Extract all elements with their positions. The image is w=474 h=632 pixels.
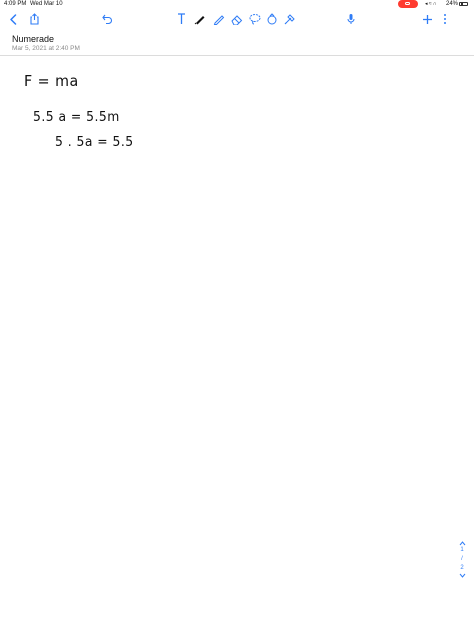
pen-icon[interactable]	[193, 9, 207, 29]
back-chevron-icon[interactable]	[6, 9, 20, 29]
status-date: Wed Mar 10	[30, 1, 63, 7]
handwriting-line-3: 5 . 5a = 5.5	[55, 135, 134, 150]
page-total: 2	[460, 565, 464, 571]
note-canvas[interactable]: F = ma 5.5 a = 5.5m 5 . 5a = 5.5	[0, 56, 474, 632]
status-time: 4:09 PM	[4, 1, 27, 7]
battery-percent: 24%	[446, 1, 459, 7]
screen-recording-indicator[interactable]	[398, 0, 418, 8]
lasso-icon[interactable]	[248, 9, 262, 29]
note-date: Mar 5, 2021 at 2:40 PM	[12, 45, 80, 52]
shapes-icon[interactable]	[265, 9, 279, 29]
handwriting-line-1: F = ma	[24, 72, 79, 90]
handwriting-line-2: 5.5 a = 5.5m	[33, 110, 120, 125]
battery-icon	[459, 2, 468, 6]
undo-icon[interactable]	[100, 9, 114, 29]
page-current: 1	[460, 547, 464, 553]
toolbar	[0, 9, 474, 29]
add-icon[interactable]	[420, 9, 434, 29]
more-icon[interactable]	[439, 9, 451, 29]
pencil-icon[interactable]	[212, 9, 226, 29]
elements-icon[interactable]	[283, 9, 297, 29]
wifi-icon: ◂ ≈ ∩	[425, 1, 437, 7]
chevron-down-icon[interactable]	[459, 573, 466, 578]
status-bar: 4:09 PM Wed Mar 10 ◂ ≈ ∩ 24%	[0, 0, 474, 8]
page-indicator[interactable]: 1 / 2	[455, 541, 469, 591]
share-icon[interactable]	[27, 9, 41, 29]
eraser-icon[interactable]	[230, 9, 244, 29]
note-title[interactable]: Numerade	[12, 34, 54, 44]
page-separator: /	[461, 556, 463, 562]
microphone-icon[interactable]	[345, 9, 357, 29]
notes-app: 4:09 PM Wed Mar 10 ◂ ≈ ∩ 24% Numerade Ma…	[0, 0, 474, 632]
text-tool-icon[interactable]	[175, 9, 187, 29]
